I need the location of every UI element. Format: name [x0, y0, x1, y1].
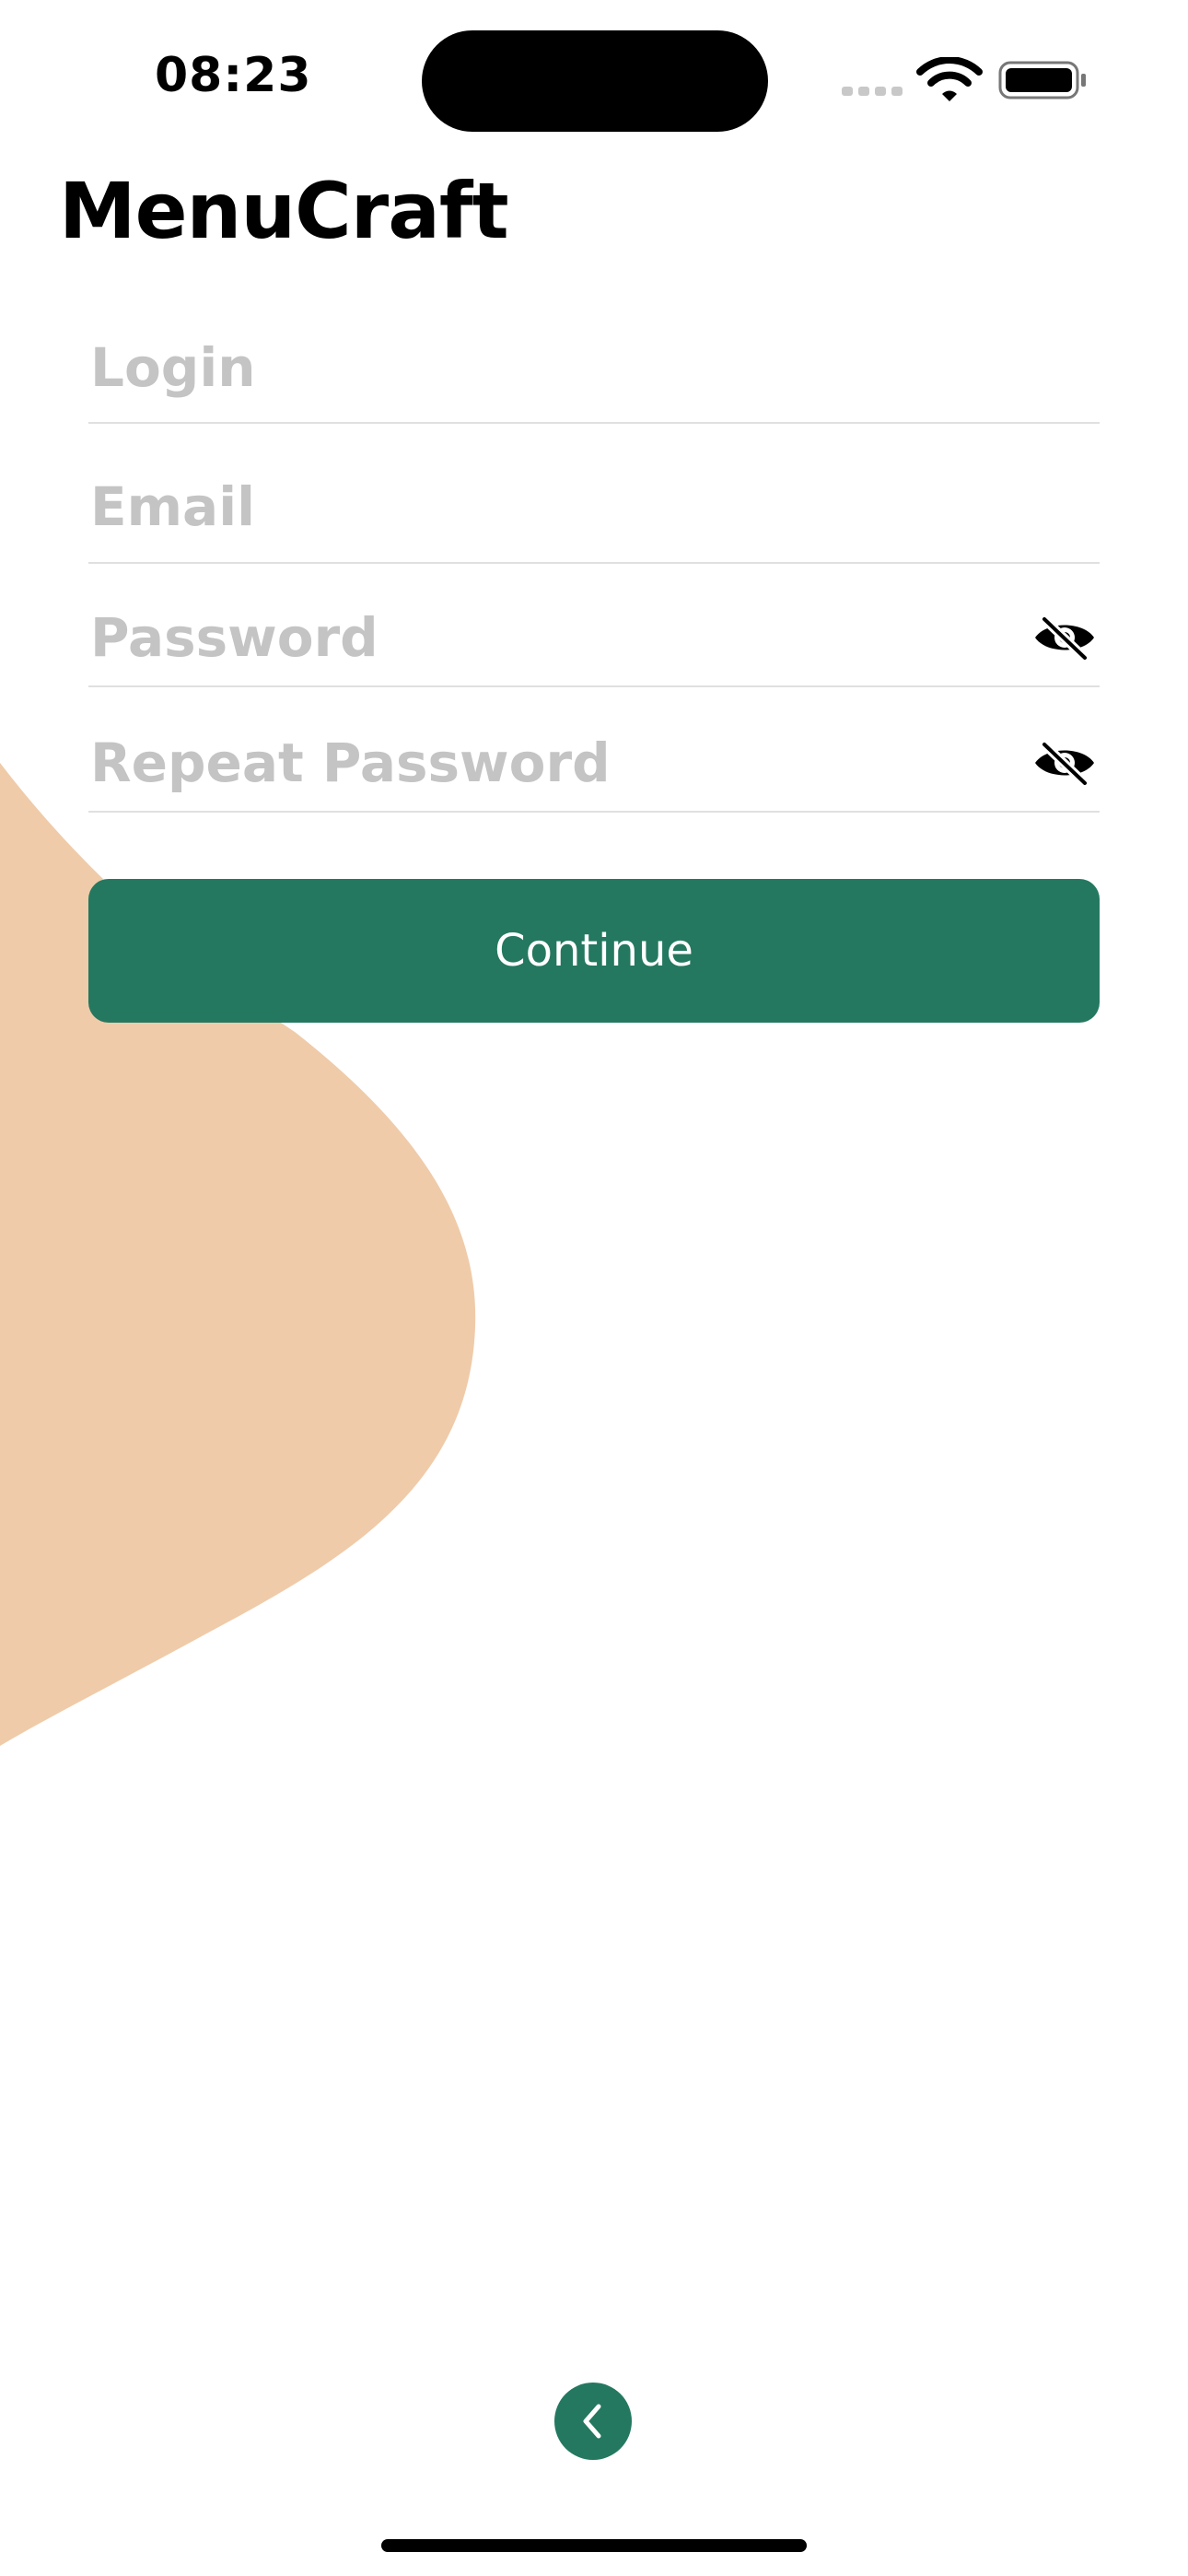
back-button[interactable]: [554, 2383, 632, 2460]
repeat-password-field: [88, 715, 1100, 813]
password-field: [88, 590, 1100, 687]
continue-button[interactable]: Continue: [88, 879, 1100, 1023]
password-visibility-toggle-icon[interactable]: [1031, 612, 1098, 663]
repeat-password-visibility-toggle-icon[interactable]: [1031, 737, 1098, 789]
chevron-left-icon: [583, 2404, 601, 2439]
dynamic-island: [422, 30, 768, 132]
battery-icon: [998, 61, 1086, 100]
repeat-password-input[interactable]: [90, 715, 974, 811]
wifi-icon: [916, 57, 983, 101]
email-input[interactable]: [90, 451, 974, 562]
status-bar: 08:23: [0, 0, 1188, 157]
cellular-signal-icon: [842, 87, 903, 96]
app-title: MenuCraft: [59, 166, 509, 256]
status-icons: [842, 57, 1086, 101]
login-field: [88, 313, 1100, 424]
home-indicator: [381, 2539, 807, 2552]
login-input[interactable]: [90, 313, 974, 422]
status-time: 08:23: [155, 48, 312, 103]
email-field: [88, 451, 1100, 564]
password-input[interactable]: [90, 590, 974, 685]
